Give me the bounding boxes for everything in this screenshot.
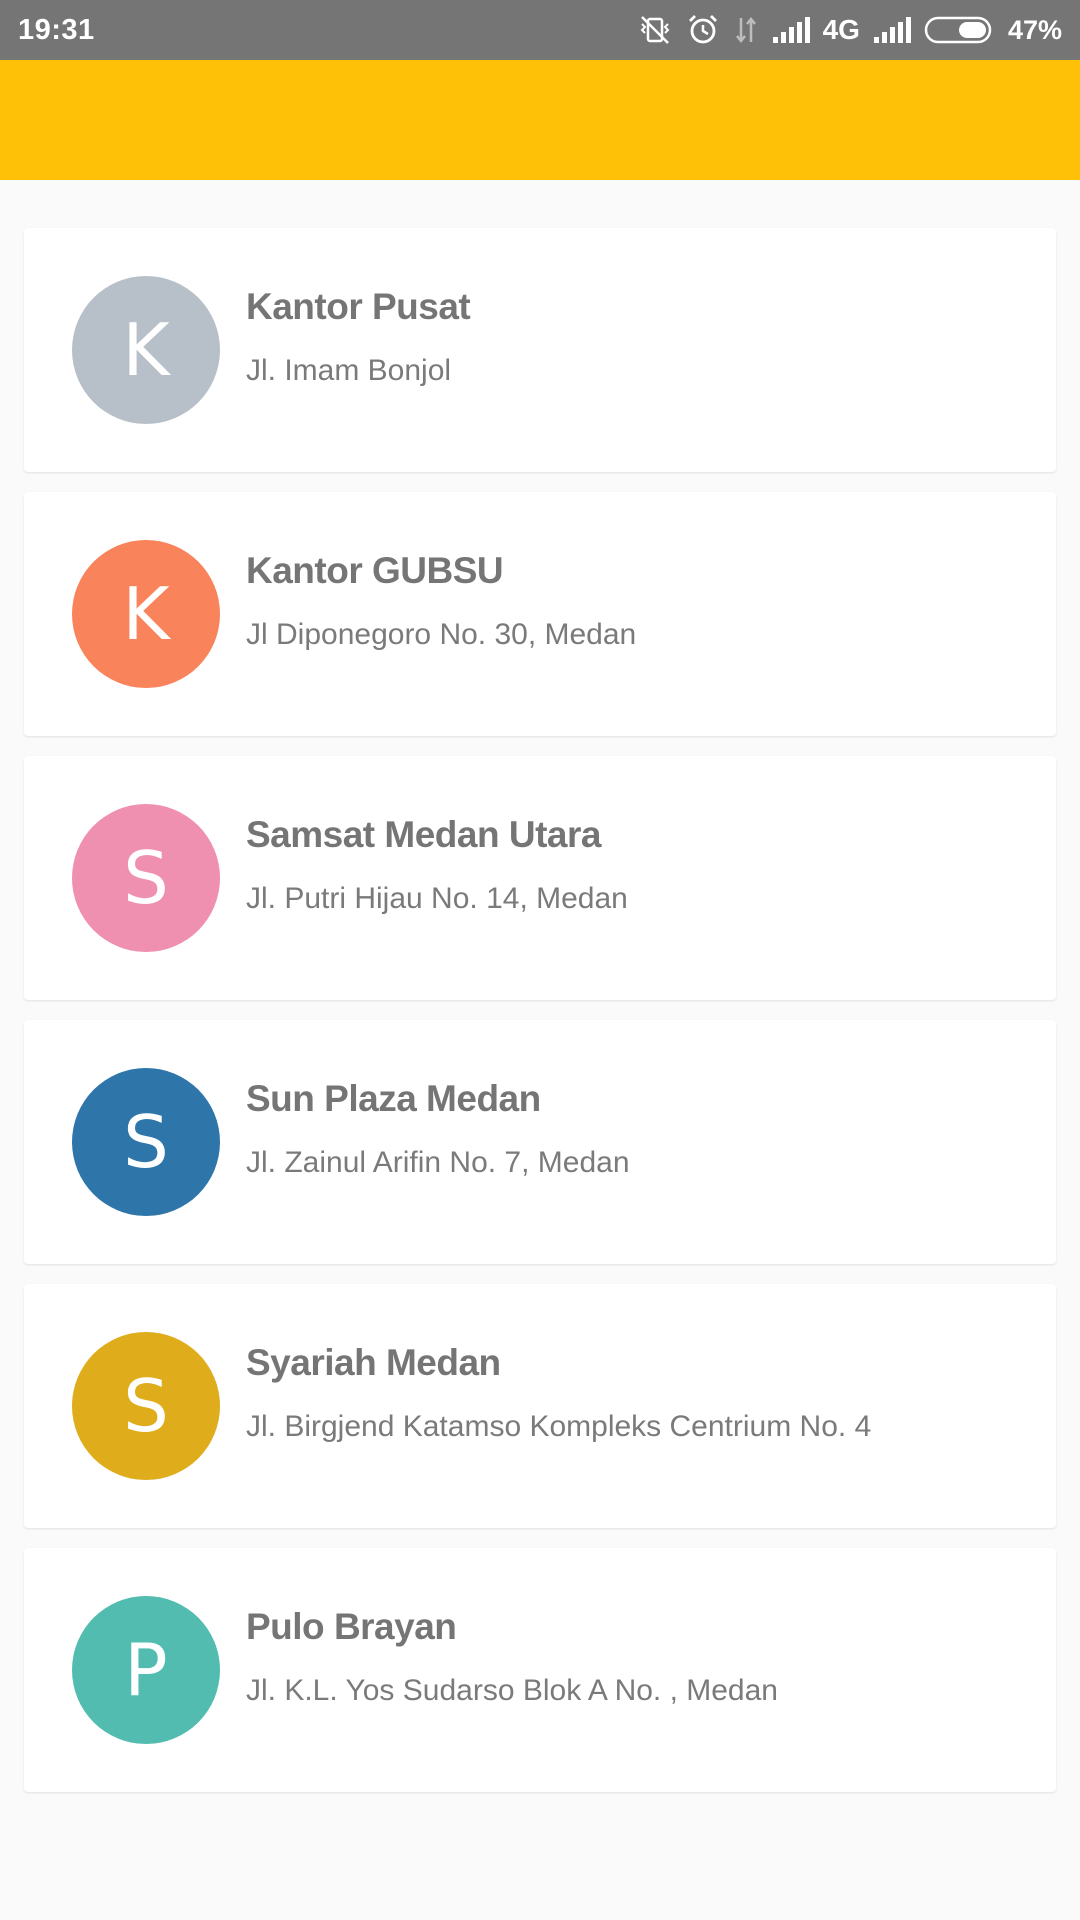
location-name: Pulo Brayan	[246, 1606, 457, 1647]
vibrate-off-icon	[637, 12, 673, 48]
location-address: Jl. K.L. Yos Sudarso Blok A No. , Medan	[246, 1674, 778, 1707]
location-address: Jl. Zainul Arifin No. 7, Medan	[246, 1146, 630, 1179]
list-item[interactable]: K Kantor Pusat Jl. Imam Bonjol	[24, 228, 1056, 472]
location-address: Jl. Birgjend Katamso Kompleks Centrium N…	[246, 1410, 872, 1443]
location-address: Jl Diponegoro No. 30, Medan	[246, 618, 637, 651]
app-bar	[0, 60, 1080, 180]
alarm-icon	[685, 12, 721, 48]
list-item[interactable]: S Samsat Medan Utara Jl. Putri Hijau No.…	[24, 756, 1056, 1000]
location-address: Jl. Putri Hijau No. 14, Medan	[246, 882, 628, 915]
avatar: P	[72, 1596, 220, 1744]
signal-2-icon	[872, 15, 912, 45]
list-item[interactable]: K Kantor GUBSU Jl Diponegoro No. 30, Med…	[24, 492, 1056, 736]
location-list: K Kantor Pusat Jl. Imam Bonjol K Kantor …	[24, 228, 1056, 1812]
location-address: Jl. Imam Bonjol	[246, 354, 452, 387]
avatar: S	[72, 804, 220, 952]
location-name: Kantor Pusat	[246, 286, 471, 327]
location-name: Samsat Medan Utara	[246, 814, 601, 855]
list-item[interactable]: S Syariah Medan Jl. Birgjend Katamso Kom…	[24, 1284, 1056, 1528]
status-icons: 4G 47%	[637, 12, 1062, 48]
signal-icon	[771, 15, 811, 45]
avatar: S	[72, 1332, 220, 1480]
avatar: K	[72, 276, 220, 424]
network-type: 4G	[822, 14, 860, 45]
avatar: S	[72, 1068, 220, 1216]
battery-icon	[924, 15, 996, 45]
status-bar: 19:31 4G 47%	[0, 0, 1080, 60]
list-item[interactable]: P Pulo Brayan Jl. K.L. Yos Sudarso Blok …	[24, 1548, 1056, 1792]
data-arrows-icon	[733, 12, 759, 48]
status-time: 19:31	[18, 13, 95, 46]
list-item[interactable]: S Sun Plaza Medan Jl. Zainul Arifin No. …	[24, 1020, 1056, 1264]
location-name: Sun Plaza Medan	[246, 1078, 541, 1119]
battery-percentage: 47%	[1007, 14, 1062, 45]
avatar: K	[72, 540, 220, 688]
location-name: Kantor GUBSU	[246, 550, 504, 591]
location-name: Syariah Medan	[246, 1342, 501, 1383]
